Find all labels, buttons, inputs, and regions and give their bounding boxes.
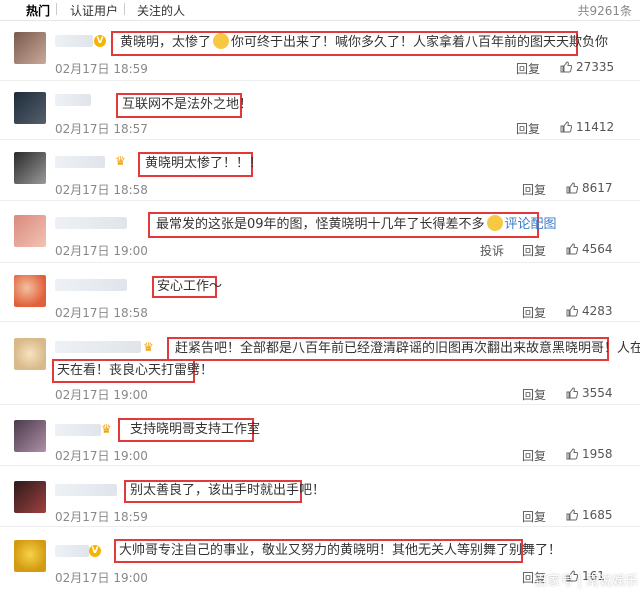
tab-hot[interactable]: 热门: [26, 2, 50, 19]
username-blurred[interactable]: [55, 35, 93, 47]
reply-button[interactable]: 回复: [522, 447, 546, 464]
like-button[interactable]: 1685: [566, 508, 613, 522]
avatar[interactable]: [14, 481, 46, 513]
like-count: 1685: [582, 508, 613, 522]
tab-following[interactable]: 关注的人: [137, 2, 185, 19]
reply-button[interactable]: 回复: [522, 304, 546, 321]
thinking-emoji-icon: [486, 215, 503, 231]
comment-item: V 黄晓明，太惨了 你可终于出来了！喊你多久了！人家拿着八百年前的图天天欺负你 0…: [0, 21, 640, 81]
thumbs-up-icon: [566, 387, 578, 399]
username-blurred[interactable]: [55, 217, 127, 229]
comment-text: 安心工作～: [157, 279, 223, 294]
username-blurred[interactable]: [55, 545, 89, 557]
like-count: 4564: [582, 242, 613, 256]
like-button[interactable]: 27335: [560, 60, 614, 74]
thumbs-up-icon: [566, 182, 578, 194]
reply-button[interactable]: 回复: [522, 386, 546, 403]
tab-divider: [56, 3, 57, 15]
thumbs-up-icon: [566, 243, 578, 255]
reply-button[interactable]: 回复: [516, 120, 540, 137]
like-count: 11412: [576, 120, 615, 134]
reply-button[interactable]: 回复: [522, 242, 546, 259]
avatar[interactable]: [14, 540, 46, 572]
like-count: 8617: [582, 181, 613, 195]
comment-text: 互联网不是法外之地！: [122, 97, 253, 112]
username-blurred[interactable]: [55, 341, 141, 353]
thumbs-up-icon: [566, 305, 578, 317]
watermark: 百家号 | 南说娱乐: [534, 574, 638, 589]
comment-text: 大帅哥专注自己的事业，敬业又努力的黄晓明！其他无关人等别舞了别舞了！: [119, 543, 562, 558]
comment-text: 黄晓明太惨了！！！: [145, 156, 263, 171]
avatar[interactable]: [14, 32, 46, 64]
comment-time: 02月17日 18:59: [55, 62, 148, 76]
thumbs-up-icon: [566, 448, 578, 460]
comment-time: 02月17日 18:58: [55, 183, 148, 197]
username-blurred[interactable]: [55, 156, 105, 168]
like-button[interactable]: 11412: [560, 120, 614, 134]
comment-item: 最常发的这张是09年的图，怪黄晓明十几年了长得差不多 评论配图 投诉 回复 02月…: [0, 201, 640, 263]
comment-time: 02月17日 19:00: [55, 571, 148, 585]
total-count: 共9261条: [577, 4, 632, 18]
username-blurred[interactable]: [55, 484, 117, 496]
comment-tabs: 热门 认证用户 关注的人 共9261条: [0, 0, 640, 21]
reply-button[interactable]: 回复: [522, 181, 546, 198]
sad-emoji-icon: [213, 33, 230, 49]
comment-item: 互联网不是法外之地！ 02月17日 18:57 回复 11412: [0, 81, 640, 140]
comment-time: 02月17日 19:00: [55, 449, 148, 463]
comment-text: 支持晓明哥支持工作室: [130, 422, 261, 437]
username-blurred[interactable]: [55, 94, 91, 106]
comment-item: ♛ 黄晓明太惨了！！！ 02月17日 18:58 回复 8617: [0, 140, 640, 201]
thumbs-up-icon: [560, 121, 572, 133]
username-blurred[interactable]: [55, 424, 101, 436]
like-button[interactable]: 8617: [566, 181, 613, 195]
comment-text-continued: 天在看！丧良心天打雷劈！: [57, 363, 214, 378]
comment-text: 黄晓明，太惨了 你可终于出来了！喊你多久了！人家拿着八百年前的图天天欺负你: [120, 33, 609, 50]
avatar[interactable]: [14, 338, 46, 370]
comment-time: 02月17日 18:59: [55, 510, 148, 524]
comment-time: 02月17日 19:00: [55, 244, 148, 258]
reply-button[interactable]: 回复: [522, 508, 546, 525]
like-count: 27335: [576, 60, 615, 74]
like-count: 1958: [582, 447, 613, 461]
crown-badge-icon: ♛: [101, 422, 112, 436]
tab-divider: [124, 3, 125, 15]
comment-text: 赶紧告吧！全部都是八百年前已经澄清辟谣的旧图再次翻出来故意黑晓明哥！人在做: [175, 341, 640, 356]
like-count: 4283: [582, 304, 613, 318]
crown-badge-icon: ♛: [143, 340, 154, 354]
like-button[interactable]: 1958: [566, 447, 613, 461]
avatar[interactable]: [14, 420, 46, 452]
thumbs-up-icon: [560, 61, 572, 73]
comment-item: 别太善良了，该出手时就出手吧！ 02月17日 18:59 回复 1685: [0, 466, 640, 527]
comment-item: ♛ 支持晓明哥支持工作室 02月17日 19:00 回复 1958: [0, 405, 640, 466]
avatar[interactable]: [14, 92, 46, 124]
comment-text: 别太善良了，该出手时就出手吧！: [130, 483, 326, 498]
avatar[interactable]: [14, 275, 46, 307]
tab-verified-users[interactable]: 认证用户: [70, 2, 118, 19]
report-button[interactable]: 投诉: [480, 242, 504, 259]
comment-item: 安心工作～ 02月17日 18:58 回复 4283: [0, 263, 640, 322]
comment-image-link[interactable]: 评论配图: [505, 217, 557, 232]
like-count: 3554: [582, 386, 613, 400]
verified-badge-icon: V: [89, 545, 101, 557]
verified-badge-icon: V: [94, 35, 106, 47]
comment-time: 02月17日 18:57: [55, 122, 148, 136]
comment-item: ♛ 赶紧告吧！全部都是八百年前已经澄清辟谣的旧图再次翻出来故意黑晓明哥！人在做 …: [0, 322, 640, 405]
thumbs-up-icon: [566, 509, 578, 521]
avatar[interactable]: [14, 215, 46, 247]
comment-time: 02月17日 18:58: [55, 306, 148, 320]
like-button[interactable]: 3554: [566, 386, 613, 400]
comment-text: 最常发的这张是09年的图，怪黄晓明十几年了长得差不多 评论配图: [156, 215, 557, 232]
like-button[interactable]: 4564: [566, 242, 613, 256]
crown-badge-icon: ♛: [115, 154, 126, 168]
like-button[interactable]: 4283: [566, 304, 613, 318]
avatar[interactable]: [14, 152, 46, 184]
comment-time: 02月17日 19:00: [55, 388, 148, 402]
reply-button[interactable]: 回复: [516, 60, 540, 77]
username-blurred[interactable]: [55, 279, 127, 291]
